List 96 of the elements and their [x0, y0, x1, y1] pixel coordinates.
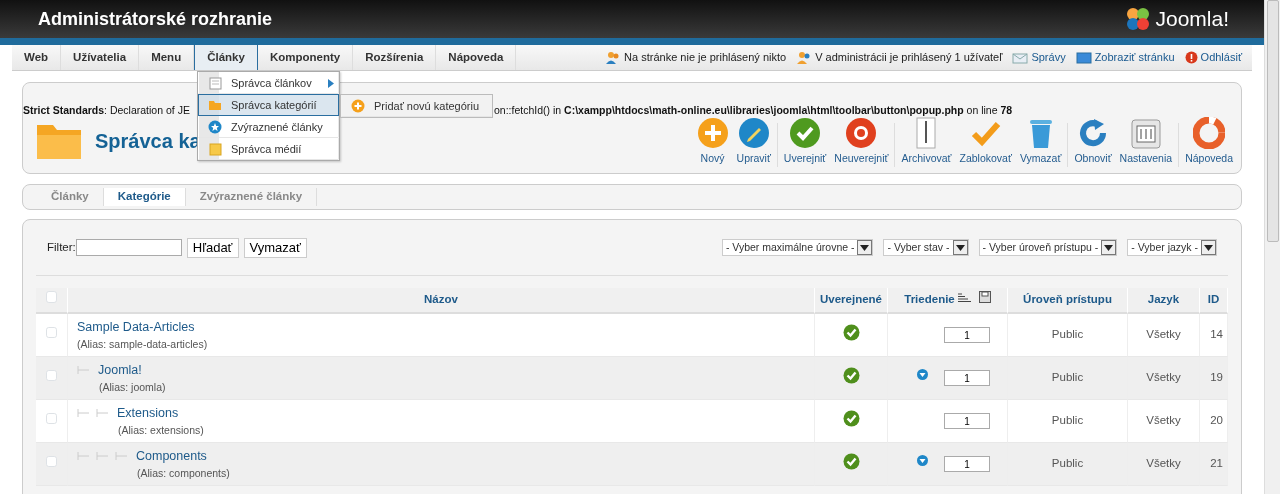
caret-icon	[955, 244, 965, 251]
filter-button[interactable]: Vymazať	[243, 237, 307, 258]
star-icon	[208, 120, 222, 134]
tab[interactable]: Kategórie	[103, 188, 186, 206]
pencil-icon	[737, 116, 770, 149]
lifebuoy-icon	[1193, 116, 1226, 149]
check-icon	[789, 116, 822, 149]
refresh-icon	[1077, 116, 1109, 149]
status-link[interactable]: Odhlásiť	[1184, 49, 1242, 66]
error-message: on::fetchId() in C:\xampp\htdocs\math-online.eu\libraries\joomla\html\toolbar\button\popup.php on line 78	[494, 103, 1014, 118]
access-text: Public	[1051, 457, 1084, 470]
order-field[interactable]: 1	[944, 456, 990, 472]
submenu-item[interactable]: Pridať novú kategóriu	[341, 95, 492, 117]
checkbox[interactable]	[45, 291, 58, 303]
column-header[interactable]: Názov	[424, 293, 458, 306]
access-text: Public	[1051, 371, 1084, 384]
dropdown-item[interactable]: Správca médií	[198, 138, 339, 160]
toolbar-button[interactable]: Archivovať	[897, 116, 956, 167]
language-text: Všetky	[1146, 457, 1181, 470]
stop-icon	[845, 116, 878, 149]
select-field[interactable]: - Vyber stav -	[883, 239, 969, 256]
caret-icon	[1104, 244, 1114, 251]
menu-item[interactable]: Rozšírenia	[353, 45, 437, 70]
select-field[interactable]: - Vyber úroveň prístupu -	[978, 239, 1118, 256]
envelope-icon	[1012, 51, 1029, 64]
plus-icon	[351, 99, 365, 113]
toolbar-button[interactable]: Vymazať	[1015, 116, 1066, 167]
id-text: 21	[1210, 457, 1223, 470]
filter-label: Filter:	[47, 239, 76, 255]
alias-text: (Alias: joomla)	[98, 379, 167, 395]
filter-field[interactable]	[75, 239, 182, 256]
menu-item[interactable]: Web	[12, 45, 62, 70]
toolbar-button[interactable]: Nastavenia	[1115, 118, 1177, 167]
id-text: 14	[1210, 328, 1223, 341]
order-field[interactable]: 1	[944, 327, 990, 343]
error-message: Strict Standards: Declaration of JE	[23, 103, 191, 118]
scrollbar[interactable]	[1264, 0, 1280, 494]
document-icon	[914, 116, 939, 149]
caret-icon	[860, 244, 870, 251]
tree-line-icon	[77, 451, 128, 462]
status-text: V administrácii je prihlásený 1 užívateľ	[796, 49, 1003, 66]
language-text: Všetky	[1146, 328, 1181, 341]
order-field[interactable]: 1	[944, 370, 990, 386]
order-field[interactable]: 1	[944, 413, 990, 429]
alias-text: (Alias: components)	[136, 465, 231, 481]
tree-line-icon	[77, 408, 109, 419]
save-icon	[978, 291, 991, 304]
tree-line-icon	[77, 365, 90, 376]
checkbox[interactable]	[46, 455, 57, 467]
toolbar-button[interactable]: Zablokovať	[955, 116, 1016, 167]
toolbar-button[interactable]: Nápoveda	[1181, 116, 1237, 167]
sort-icon	[957, 293, 971, 304]
checkbox[interactable]	[46, 326, 57, 338]
toolbar-button[interactable]: Upraviť	[732, 116, 775, 167]
filter-button[interactable]: Hľadať	[186, 237, 239, 258]
caret-icon	[1204, 244, 1213, 251]
alert-icon	[1184, 51, 1198, 64]
category-link[interactable]: Joomla!	[98, 360, 142, 380]
toolbar-button[interactable]: Neuverejniť	[830, 116, 893, 167]
alias-text: (Alias: extensions)	[117, 422, 205, 438]
select-field[interactable]: - Vyber jazyk -	[1127, 239, 1217, 256]
select-field[interactable]: - Vyber maximálne úrovne -	[721, 239, 874, 256]
settings-icon	[1130, 118, 1161, 149]
access-text: Public	[1051, 414, 1084, 427]
checkbox[interactable]	[46, 369, 57, 381]
dropdown-item[interactable]: Zvýraznené články	[198, 116, 339, 138]
dropdown-item[interactable]: Správca článkov	[198, 72, 339, 94]
page-icon	[208, 76, 222, 90]
id-text: 19	[1210, 371, 1223, 384]
alias-text: (Alias: sample-data-articles)	[77, 336, 209, 352]
id-text: 20	[1210, 414, 1223, 427]
window-icon	[1075, 51, 1092, 64]
scroll-thumb[interactable]	[1267, 0, 1279, 242]
category-link[interactable]: Extensions	[117, 403, 179, 423]
toolbar-button[interactable]: Nový	[692, 116, 733, 167]
language-text: Všetky	[1146, 414, 1181, 427]
app-title: Administrátorské rozhranie	[38, 7, 273, 31]
logo-text: Joomla!	[1155, 6, 1229, 33]
menu-item[interactable]: Nápoveda	[436, 45, 517, 70]
plus-icon	[696, 116, 729, 149]
status-link[interactable]: Správy	[1012, 49, 1066, 66]
menu-item[interactable]: Články	[194, 45, 258, 70]
menu-item[interactable]: Užívatelia	[61, 45, 140, 70]
status-text: Na stránke nie je prihlásený nikto	[605, 49, 787, 66]
toolbar-button[interactable]: Uverejniť	[779, 116, 831, 167]
access-text: Public	[1051, 328, 1084, 341]
dropdown-item[interactable]: Správca kategórií	[198, 94, 339, 116]
toolbar-button[interactable]: Obnoviť	[1070, 116, 1116, 167]
folder-icon	[208, 99, 222, 111]
menu-item[interactable]: Komponenty	[257, 45, 354, 70]
category-link[interactable]: Sample Data-Articles	[77, 317, 195, 337]
image-icon	[208, 142, 222, 156]
checkbox[interactable]	[46, 412, 57, 424]
language-text: Všetky	[1146, 371, 1181, 384]
category-link[interactable]: Components	[136, 446, 207, 466]
status-link[interactable]: Zobraziť stránku	[1075, 49, 1175, 66]
